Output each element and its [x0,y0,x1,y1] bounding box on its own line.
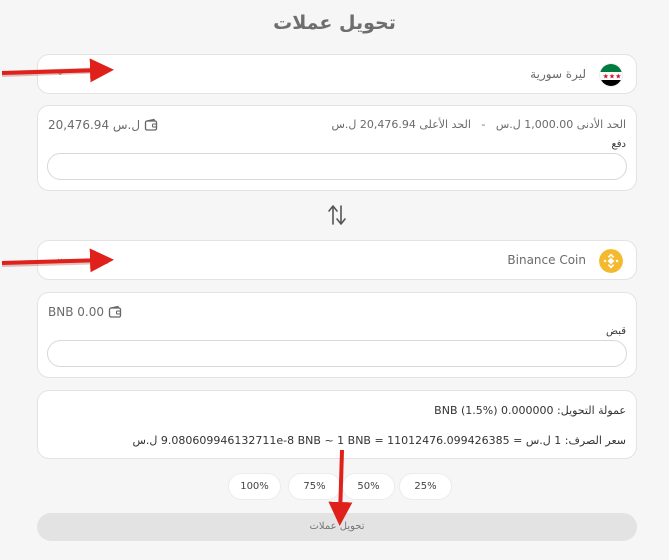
max-limit: الحد الأعلى 20,476.94 ل.س [331,118,471,131]
percent-75-button[interactable]: 75% [288,473,341,500]
receive-amount-input[interactable] [47,340,627,367]
exchange-rate-text: سعر الصرف: 1 ل.س = 9.080609946132711e-8 … [132,434,627,447]
receive-field-label: قبض [605,326,626,337]
send-amount-input[interactable] [47,153,627,180]
limit-separator: - [481,118,486,131]
svg-text:★★★: ★★★ [603,73,622,81]
syria-flag-icon: ★★★ [599,63,623,87]
conversion-info-card: عمولة التحويل: 0.000000 BNB (1.5%) سعر ا… [37,390,637,459]
receive-currency-selector[interactable]: ⌄ Binance Coin [37,240,637,280]
send-amount-card: 20,476.94 ل.س الحد الأدنى 1,000.00 ل.س -… [37,105,637,191]
convert-submit-button[interactable]: تحويل عملات [37,513,637,541]
send-currency-selector[interactable]: ⌄ ليرة سورية ★★★ [37,54,637,94]
commission-text: عمولة التحويل: 0.000000 BNB (1.5%) [434,404,626,417]
page-title: تحويل عملات [273,12,396,34]
receive-balance-value: BNB 0.00 [48,305,104,319]
receive-balance: BNB 0.00 [48,305,122,319]
min-limit: الحد الأدنى 1,000.00 ل.س [495,118,626,131]
percent-50-button[interactable]: 50% [342,473,395,500]
wallet-icon [108,305,122,318]
wallet-icon [144,118,158,131]
percent-100-button[interactable]: 100% [228,473,281,500]
send-currency-name: ليرة سورية [530,67,586,81]
send-balance-value: 20,476.94 ل.س [48,118,141,132]
swap-icon[interactable] [326,203,348,227]
receive-amount-card: BNB 0.00 قبض [37,292,637,378]
send-balance: 20,476.94 ل.س [48,118,158,132]
bnb-icon [599,249,623,273]
send-limits: الحد الأدنى 1,000.00 ل.س - الحد الأعلى 2… [331,118,626,131]
percent-25-button[interactable]: 25% [399,473,452,500]
chevron-down-icon[interactable]: ⌄ [56,253,64,264]
send-field-label: دفع [611,139,626,150]
chevron-down-icon[interactable]: ⌄ [56,67,64,78]
receive-currency-name: Binance Coin [507,253,586,267]
